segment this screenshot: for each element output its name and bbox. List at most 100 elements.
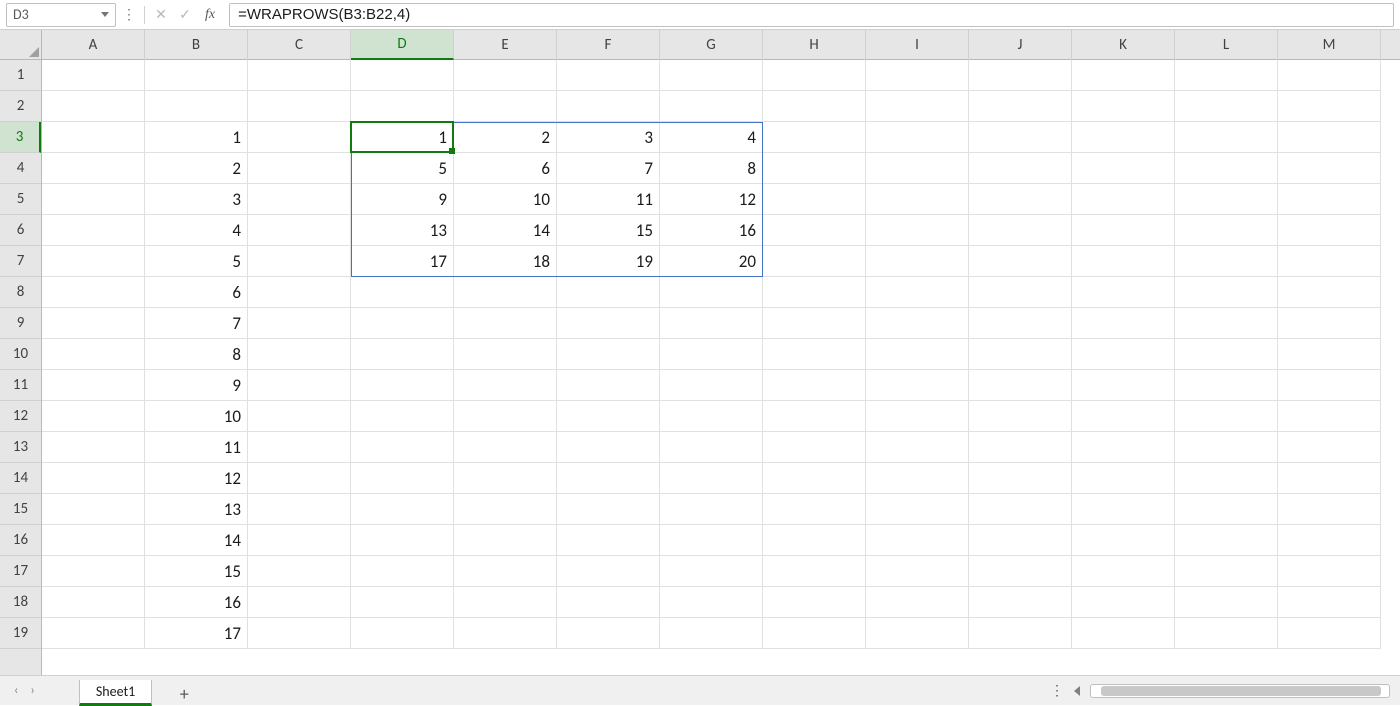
cell-K12[interactable] — [1072, 401, 1175, 432]
cell-B16[interactable]: 14 — [145, 525, 248, 556]
cell-J8[interactable] — [969, 277, 1072, 308]
next-sheet-button[interactable]: › — [30, 683, 34, 698]
cell-M14[interactable] — [1278, 463, 1381, 494]
row-header-6[interactable]: 6 — [0, 215, 41, 246]
cell-F6[interactable]: 15 — [557, 215, 660, 246]
cell-D3[interactable]: 1 — [351, 122, 454, 153]
cell-I17[interactable] — [866, 556, 969, 587]
cell-J16[interactable] — [969, 525, 1072, 556]
cell-H12[interactable] — [763, 401, 866, 432]
cell-D12[interactable] — [351, 401, 454, 432]
cell-A2[interactable] — [42, 91, 145, 122]
cell-F18[interactable] — [557, 587, 660, 618]
cancel-icon[interactable]: ✕ — [151, 5, 171, 25]
cell-E7[interactable]: 18 — [454, 246, 557, 277]
cell-C16[interactable] — [248, 525, 351, 556]
cell-C17[interactable] — [248, 556, 351, 587]
cell-B9[interactable]: 7 — [145, 308, 248, 339]
cell-L5[interactable] — [1175, 184, 1278, 215]
cell-E8[interactable] — [454, 277, 557, 308]
cell-I1[interactable] — [866, 60, 969, 91]
cell-I8[interactable] — [866, 277, 969, 308]
cell-L9[interactable] — [1175, 308, 1278, 339]
cell-G4[interactable]: 8 — [660, 153, 763, 184]
cell-J10[interactable] — [969, 339, 1072, 370]
cell-G7[interactable]: 20 — [660, 246, 763, 277]
cell-J7[interactable] — [969, 246, 1072, 277]
scroll-left-icon[interactable] — [1074, 686, 1080, 696]
cell-C1[interactable] — [248, 60, 351, 91]
cell-C10[interactable] — [248, 339, 351, 370]
cell-M12[interactable] — [1278, 401, 1381, 432]
cell-H13[interactable] — [763, 432, 866, 463]
cell-M11[interactable] — [1278, 370, 1381, 401]
cell-F15[interactable] — [557, 494, 660, 525]
cell-L11[interactable] — [1175, 370, 1278, 401]
cell-E3[interactable]: 2 — [454, 122, 557, 153]
cell-H10[interactable] — [763, 339, 866, 370]
cell-A7[interactable] — [42, 246, 145, 277]
cell-B8[interactable]: 6 — [145, 277, 248, 308]
cell-J15[interactable] — [969, 494, 1072, 525]
cell-K3[interactable] — [1072, 122, 1175, 153]
cell-J11[interactable] — [969, 370, 1072, 401]
cell-G14[interactable] — [660, 463, 763, 494]
row-header-10[interactable]: 10 — [0, 339, 41, 370]
cell-K9[interactable] — [1072, 308, 1175, 339]
cell-M18[interactable] — [1278, 587, 1381, 618]
cell-B7[interactable]: 5 — [145, 246, 248, 277]
cell-J9[interactable] — [969, 308, 1072, 339]
row-header-14[interactable]: 14 — [0, 463, 41, 494]
cell-L1[interactable] — [1175, 60, 1278, 91]
column-header-F[interactable]: F — [557, 30, 660, 60]
cell-G18[interactable] — [660, 587, 763, 618]
cell-G16[interactable] — [660, 525, 763, 556]
cell-M8[interactable] — [1278, 277, 1381, 308]
cell-L8[interactable] — [1175, 277, 1278, 308]
cell-H6[interactable] — [763, 215, 866, 246]
cell-D1[interactable] — [351, 60, 454, 91]
cell-M7[interactable] — [1278, 246, 1381, 277]
cell-D18[interactable] — [351, 587, 454, 618]
cell-E19[interactable] — [454, 618, 557, 649]
cell-H15[interactable] — [763, 494, 866, 525]
row-header-3[interactable]: 3 — [0, 122, 41, 153]
cell-F16[interactable] — [557, 525, 660, 556]
cell-A4[interactable] — [42, 153, 145, 184]
cell-J6[interactable] — [969, 215, 1072, 246]
cell-J4[interactable] — [969, 153, 1072, 184]
cell-G3[interactable]: 4 — [660, 122, 763, 153]
cell-E2[interactable] — [454, 91, 557, 122]
cell-L19[interactable] — [1175, 618, 1278, 649]
cell-A13[interactable] — [42, 432, 145, 463]
column-header-G[interactable]: G — [660, 30, 763, 60]
cell-I14[interactable] — [866, 463, 969, 494]
cell-B11[interactable]: 9 — [145, 370, 248, 401]
cell-F2[interactable] — [557, 91, 660, 122]
cell-K14[interactable] — [1072, 463, 1175, 494]
cell-G12[interactable] — [660, 401, 763, 432]
cell-B1[interactable] — [145, 60, 248, 91]
cell-F14[interactable] — [557, 463, 660, 494]
cell-E4[interactable]: 6 — [454, 153, 557, 184]
cell-B13[interactable]: 11 — [145, 432, 248, 463]
cell-I16[interactable] — [866, 525, 969, 556]
cell-I10[interactable] — [866, 339, 969, 370]
cell-E16[interactable] — [454, 525, 557, 556]
cell-K16[interactable] — [1072, 525, 1175, 556]
cell-H14[interactable] — [763, 463, 866, 494]
add-sheet-button[interactable]: + — [172, 682, 196, 706]
cell-D11[interactable] — [351, 370, 454, 401]
cell-J17[interactable] — [969, 556, 1072, 587]
cell-A10[interactable] — [42, 339, 145, 370]
cell-J18[interactable] — [969, 587, 1072, 618]
cell-J2[interactable] — [969, 91, 1072, 122]
cell-F7[interactable]: 19 — [557, 246, 660, 277]
cell-I5[interactable] — [866, 184, 969, 215]
cell-B4[interactable]: 2 — [145, 153, 248, 184]
cell-A17[interactable] — [42, 556, 145, 587]
cell-K13[interactable] — [1072, 432, 1175, 463]
column-header-L[interactable]: L — [1175, 30, 1278, 60]
row-header-15[interactable]: 15 — [0, 494, 41, 525]
cell-G5[interactable]: 12 — [660, 184, 763, 215]
